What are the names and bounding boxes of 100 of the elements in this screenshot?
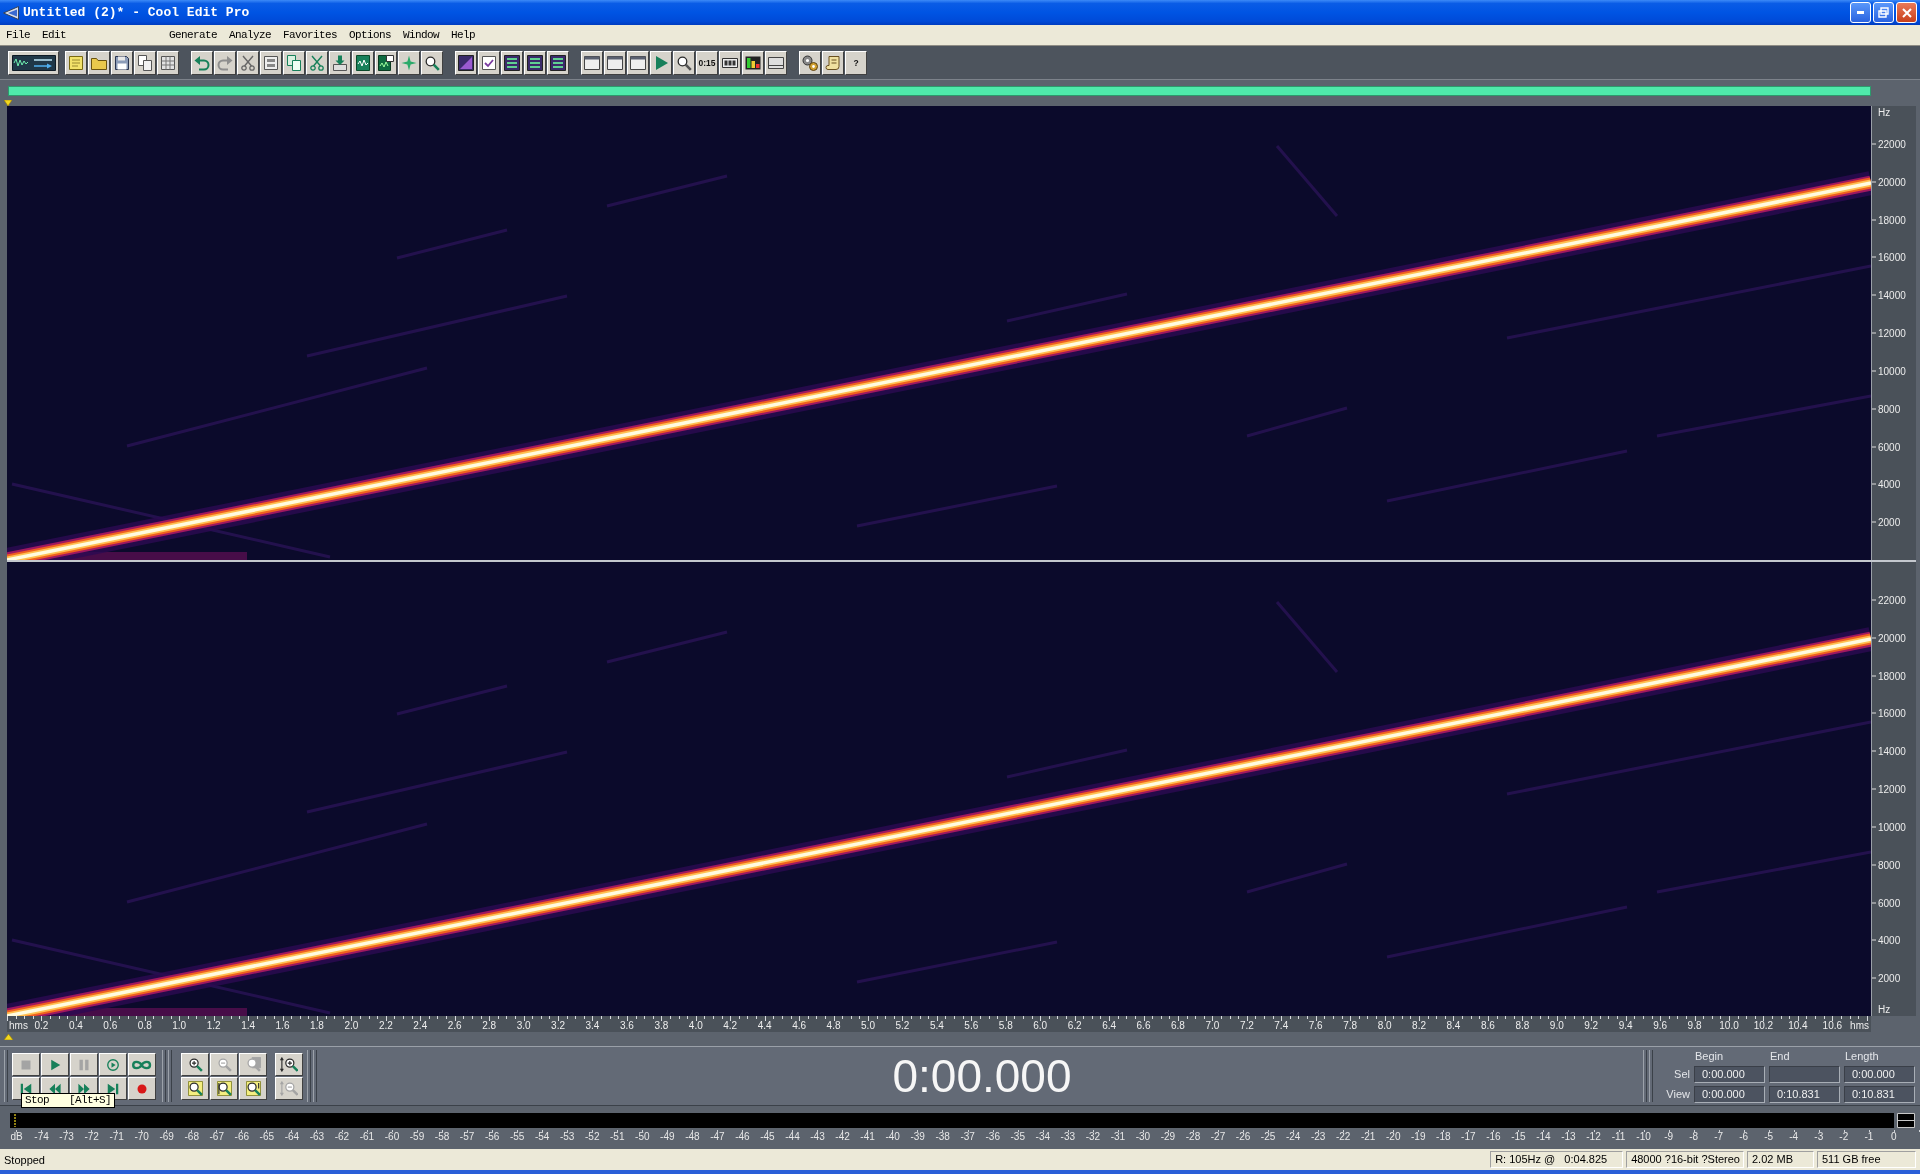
scale-label: -73 <box>58 1130 75 1142</box>
toolbar-button[interactable] <box>719 50 741 75</box>
zoom-left-button[interactable] <box>210 1077 238 1100</box>
zoom-right-button[interactable] <box>239 1077 267 1100</box>
menu-item[interactable]: Generate <box>163 27 224 43</box>
toolbar-button[interactable] <box>65 50 87 75</box>
axis-label: 8.0 <box>1377 1020 1392 1031</box>
magnifier-icon <box>424 54 440 71</box>
scale-label: -17 <box>1460 1130 1477 1142</box>
scale-label: -56 <box>483 1130 501 1142</box>
toolbar-button[interactable] <box>352 50 374 75</box>
unit-label: Hz <box>1878 1004 1891 1015</box>
minimize-button[interactable] <box>1850 2 1871 23</box>
axis-label: 4.8 <box>826 1020 841 1031</box>
toolbar-button[interactable] <box>604 50 626 75</box>
axis-label: 12000 <box>1872 783 1906 795</box>
menu-item[interactable]: Window <box>397 27 446 43</box>
play-to-end-button[interactable] <box>99 1053 127 1076</box>
toolbar-button[interactable] <box>237 50 259 75</box>
restore-button[interactable] <box>1873 2 1894 23</box>
scale-label: -4 <box>1788 1130 1800 1142</box>
scale-label: -54 <box>533 1130 551 1142</box>
axis-label: 3.2 <box>551 1020 565 1031</box>
toolbar-button[interactable] <box>799 50 821 75</box>
toolbar-button[interactable] <box>191 50 213 75</box>
toolbar-button[interactable] <box>421 50 443 75</box>
axis-label: 7.8 <box>1343 1020 1358 1031</box>
axis-label: 5.8 <box>998 1020 1013 1031</box>
scissors-icon <box>240 54 256 71</box>
toolbar-button[interactable] <box>822 50 844 75</box>
peak-indicator-icon <box>1897 1113 1915 1128</box>
menu-item[interactable]: File <box>0 27 36 43</box>
toolbar-button[interactable]: ? <box>845 50 867 75</box>
menu-item[interactable]: Analyze <box>223 27 278 43</box>
toolbar-button[interactable]: 0:15 <box>696 50 718 75</box>
loop-button[interactable] <box>128 1053 156 1076</box>
toolbar-button[interactable] <box>478 50 500 75</box>
scale-label: -40 <box>884 1130 901 1142</box>
time-field[interactable]: 0:10.831 <box>1844 1086 1915 1103</box>
menu-item[interactable]: Edit <box>36 27 73 43</box>
zoom-out-icon <box>216 1057 232 1072</box>
time-field[interactable]: 0:10.831 <box>1769 1086 1840 1103</box>
axis-label: 5.6 <box>964 1020 979 1031</box>
toolbar-button[interactable] <box>134 50 156 75</box>
toolbar-button[interactable] <box>455 50 477 75</box>
toolbar-button[interactable] <box>627 50 649 75</box>
toolbar-button[interactable] <box>398 50 420 75</box>
toolbar-button[interactable] <box>283 50 305 75</box>
toolbar-button[interactable] <box>375 50 397 75</box>
scale-label: -6 <box>1738 1130 1750 1142</box>
scale-label: -55 <box>508 1130 526 1142</box>
magnifier-icon <box>676 54 692 71</box>
toolbar-button[interactable] <box>260 50 282 75</box>
menu-item[interactable]: Help <box>445 27 482 43</box>
time-field[interactable] <box>1769 1066 1840 1083</box>
skip-back-icon <box>20 1082 32 1095</box>
app-icon <box>3 5 19 20</box>
time-field[interactable]: 0:00.000 <box>1694 1086 1765 1103</box>
axis-label: 8.4 <box>1446 1020 1461 1031</box>
toolbar-button[interactable] <box>157 50 179 75</box>
toolbar-button[interactable] <box>765 50 787 75</box>
paste-icon <box>332 54 348 71</box>
axis-label: 1.6 <box>275 1020 290 1031</box>
scale-label: -25 <box>1259 1130 1277 1142</box>
scale-label: -38 <box>934 1130 951 1142</box>
toolbar-button[interactable] <box>306 50 328 75</box>
menu-item[interactable]: Favorites <box>277 27 344 43</box>
time-field[interactable]: 0:00.000 <box>1694 1066 1765 1083</box>
toolbar-button[interactable] <box>581 50 603 75</box>
close-button[interactable] <box>1896 2 1917 23</box>
zoom-in-icon <box>187 1057 203 1072</box>
toolbar-button[interactable] <box>547 50 569 75</box>
toolbar-button[interactable] <box>88 50 110 75</box>
vertical-zoom-in-button[interactable] <box>275 1053 303 1076</box>
toolbar-button[interactable] <box>214 50 236 75</box>
toolbar-button[interactable] <box>501 50 523 75</box>
toolbar-button[interactable] <box>329 50 351 75</box>
zoom-icon <box>216 1081 232 1096</box>
scale-label: -23 <box>1309 1130 1327 1142</box>
axis-label: 8.8 <box>1515 1020 1530 1031</box>
zoom-in-button[interactable] <box>181 1053 209 1076</box>
toolbar-button[interactable] <box>742 50 764 75</box>
zoom-selection-button[interactable] <box>181 1077 209 1100</box>
scale-label: -42 <box>834 1130 851 1142</box>
scroll-icon <box>825 54 841 71</box>
toolbar-button[interactable] <box>524 50 546 75</box>
time-field[interactable]: 0:00.000 <box>1844 1066 1915 1083</box>
toolbar-button[interactable] <box>673 50 695 75</box>
axis-label: 10.4 <box>1788 1020 1808 1031</box>
scale-label: -43 <box>809 1130 826 1142</box>
scale-label: -36 <box>984 1130 1001 1142</box>
scale-label: -8 <box>1688 1130 1700 1142</box>
scale-label: -58 <box>433 1130 451 1142</box>
play-button[interactable] <box>41 1053 69 1076</box>
scale-label: -46 <box>734 1130 751 1142</box>
toolbar-button[interactable] <box>111 50 133 75</box>
record-button[interactable] <box>128 1077 156 1100</box>
toolbar-button[interactable] <box>650 50 672 75</box>
toolbar-button[interactable] <box>8 50 59 75</box>
menu-item[interactable]: Options <box>343 27 398 43</box>
